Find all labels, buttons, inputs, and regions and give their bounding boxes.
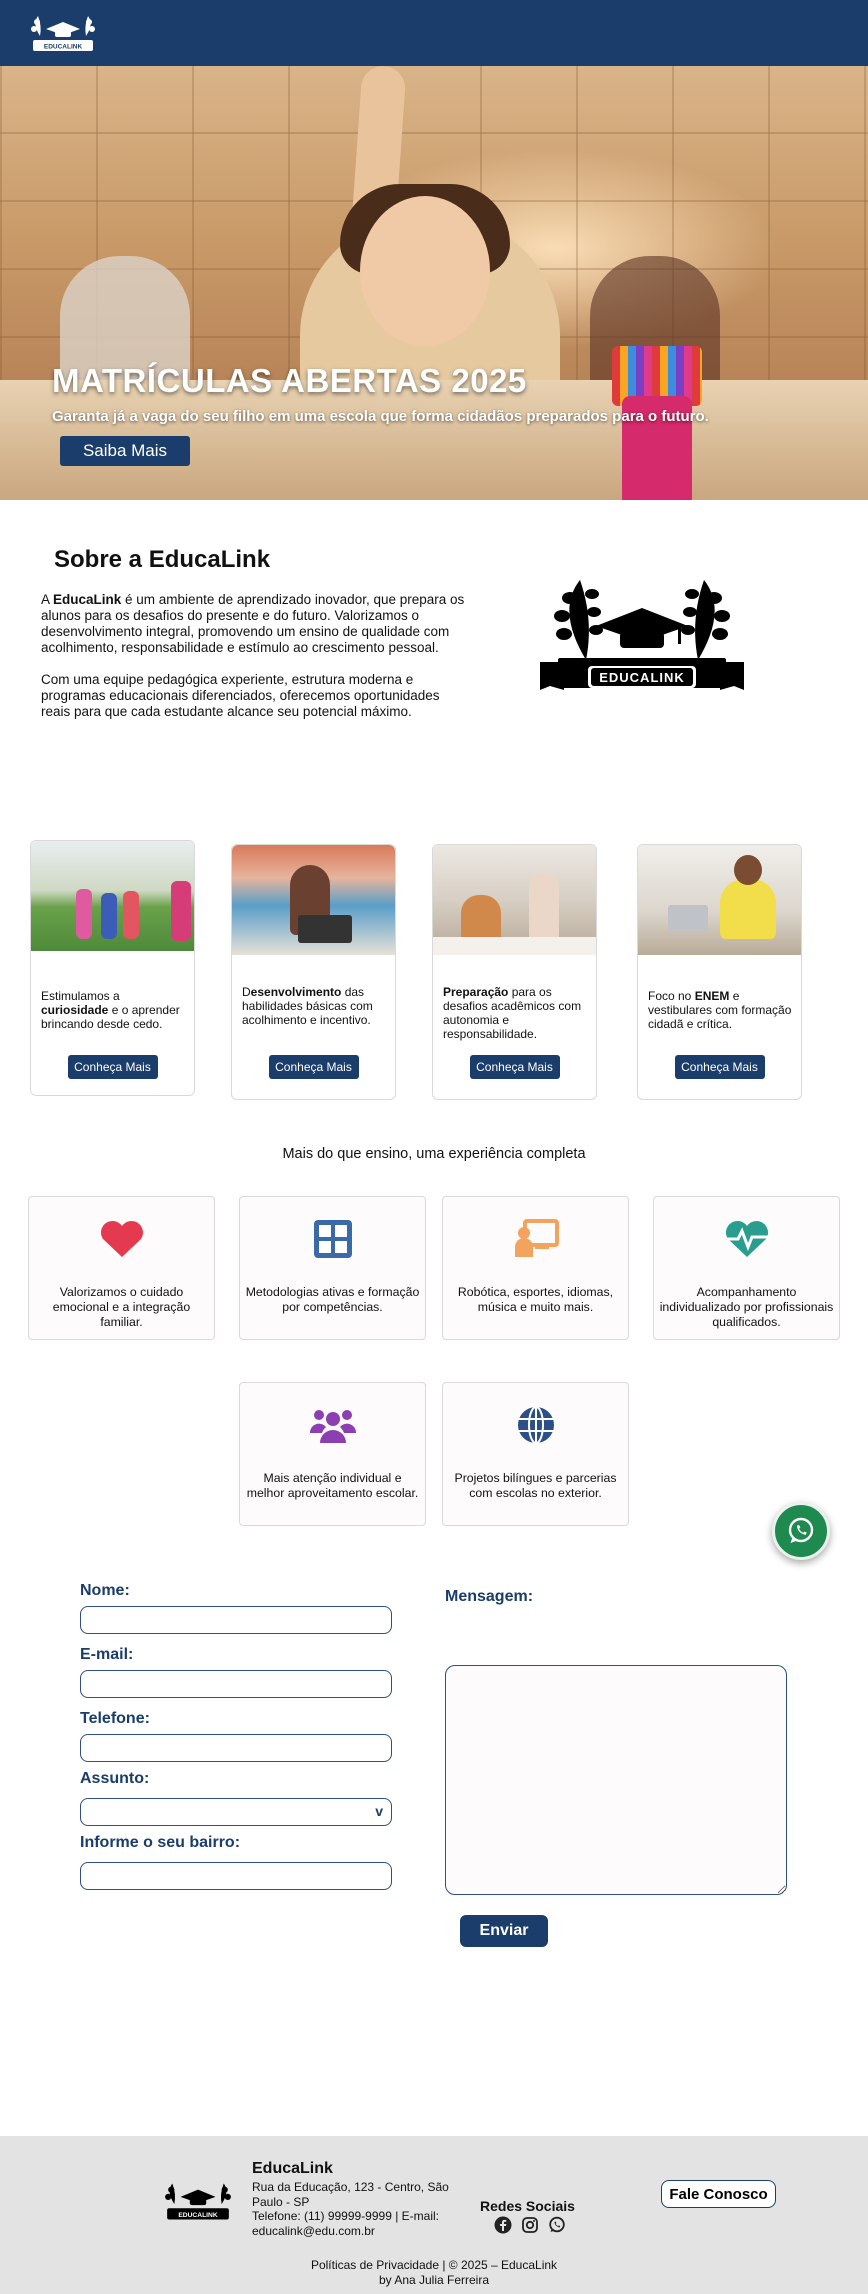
educalink-large-logo: EDUCALINK <box>540 580 744 690</box>
card-text: Desenvolvimento das habilidades básicas … <box>242 985 373 1027</box>
phone-input[interactable] <box>80 1734 392 1762</box>
level-cards: Estimulamos a curiosidade e o aprender b… <box>0 800 868 1130</box>
globe-icon <box>517 1406 554 1444</box>
about-paragraph-1: A EducaLink é um ambiente de aprendizado… <box>41 592 471 656</box>
name-input[interactable] <box>80 1606 392 1634</box>
footer-info: Rua da Educação, 123 - Centro, São Paulo… <box>252 2180 457 2238</box>
grid-icon <box>313 1220 352 1258</box>
card-text: Foco no ENEM e vestibulares com formação… <box>648 989 792 1031</box>
about-p1-brand: EducaLink <box>53 592 122 607</box>
email-label: E-mail: <box>80 1646 134 1663</box>
chevron-down-icon: v <box>375 1803 383 1819</box>
message-label: Mensagem: <box>445 1588 534 1605</box>
footer-logo: EDUCALINK <box>165 2183 231 2220</box>
heart-icon <box>100 1220 143 1257</box>
feature-card: Robótica, esportes, idiomas, música e mu… <box>442 1196 629 1340</box>
copyright-text[interactable]: Políticas de Privacidade | © 2025 – Educ… <box>0 2258 868 2273</box>
facebook-icon[interactable] <box>494 2216 512 2234</box>
feature-text: Projetos bilíngues e parcerias com escol… <box>454 1471 617 1500</box>
card-text: Preparação para os desafios acadêmicos c… <box>443 985 582 1041</box>
footer-brand-name: EducaLink <box>252 2160 333 2177</box>
feature-text: Mais atenção individual e melhor aprovei… <box>246 1471 419 1500</box>
hero-girl-face <box>360 196 490 346</box>
feature-card: Metodologias ativas e formação por compe… <box>239 1196 426 1340</box>
conheca-mais-button[interactable]: Conheça Mais <box>674 1055 765 1079</box>
users-icon <box>309 1410 356 1443</box>
about-section: Sobre a EducaLink A EducaLink é um ambie… <box>0 500 868 800</box>
heart-pulse-icon <box>725 1220 768 1257</box>
feature-card: Acompanhamento individualizado por profi… <box>653 1196 840 1340</box>
hero-banner: MATRÍCULAS ABERTAS 2025 Garanta já a vag… <box>0 66 868 500</box>
footer-logo-text: EDUCALINK <box>178 2212 217 2219</box>
neighborhood-input[interactable] <box>80 1862 392 1890</box>
conheca-mais-button[interactable]: Conheça Mais <box>469 1055 560 1079</box>
features-grid: Valorizamos o cuidado emocional e a inte… <box>0 1192 868 1562</box>
card-image-student-laptop <box>638 845 801 955</box>
email-input[interactable] <box>80 1670 392 1698</box>
tagline: Mais do que ensino, uma experiência comp… <box>282 1146 586 1162</box>
hero-subtitle: Garanta já a vaga do seu filho em uma es… <box>52 408 709 425</box>
about-p1-pre: A <box>41 592 54 607</box>
feature-text: Valorizamos o cuidado emocional e a inte… <box>52 1285 191 1329</box>
about-title: Sobre a EducaLink <box>54 546 271 573</box>
name-label: Nome: <box>80 1582 130 1599</box>
feature-text: Robótica, esportes, idiomas, música e mu… <box>457 1285 614 1314</box>
card-ensino-medio: Foco no ENEM e vestibulares com formação… <box>637 844 802 1100</box>
fale-conosco-button[interactable]: Fale Conosco <box>661 2180 776 2208</box>
card-image-kids-playing <box>31 841 194 951</box>
instagram-icon[interactable] <box>521 2216 539 2234</box>
card-fundamental-2: Preparação para os desafios acadêmicos c… <box>432 844 597 1100</box>
about-paragraph-2: Com uma equipe pedagógica experiente, es… <box>41 672 440 719</box>
top-navbar: EDUCALINK <box>0 0 868 66</box>
feature-text: Acompanhamento individualizado por profi… <box>659 1285 834 1329</box>
neighborhood-label: Informe o seu bairro: <box>80 1834 241 1851</box>
feature-card: Projetos bilíngues e parcerias com escol… <box>442 1382 629 1526</box>
feature-card: Valorizamos o cuidado emocional e a inte… <box>28 1196 215 1340</box>
hero-title: MATRÍCULAS ABERTAS 2025 <box>52 362 527 399</box>
card-fundamental-1: Desenvolvimento das habilidades básicas … <box>231 844 396 1100</box>
logo-text: EDUCALINK <box>44 44 83 51</box>
feature-text: Metodologias ativas e formação por compe… <box>245 1285 420 1314</box>
footer-address: Rua da Educação, 123 - Centro, São Paulo… <box>252 2180 449 2209</box>
subject-select[interactable]: v <box>80 1798 392 1826</box>
message-textarea[interactable] <box>445 1665 787 1895</box>
footer-copyright: Políticas de Privacidade | © 2025 – Educ… <box>0 2258 868 2287</box>
footer: EDUCALINK EducaLink Rua da Educação, 123… <box>0 2136 868 2294</box>
social-title: Redes Sociais <box>480 2198 575 2214</box>
author-credit: by Ana Julia Ferreira <box>378 2272 490 2287</box>
educalink-logo[interactable]: EDUCALINK <box>28 10 98 56</box>
saiba-mais-button[interactable]: Saiba Mais <box>60 436 190 466</box>
social-links <box>494 2216 566 2234</box>
teacher-board-icon <box>514 1219 559 1257</box>
card-infantil: Estimulamos a curiosidade e o aprender b… <box>30 840 195 1096</box>
whatsapp-icon <box>788 1517 814 1543</box>
contact-form: Nome: E-mail: Telefone: Assunto: v Infor… <box>0 1562 868 2032</box>
phone-label: Telefone: <box>80 1710 150 1727</box>
hero-text: MATRÍCULAS ABERTAS 2025 Garanta já a vag… <box>52 362 709 425</box>
large-logo-text: EDUCALINK <box>599 670 685 685</box>
conheca-mais-button[interactable]: Conheça Mais <box>67 1055 158 1079</box>
footer-contact: Telefone: (11) 99999-9999 | E-mail: educ… <box>252 2209 440 2238</box>
card-text: Estimulamos a curiosidade e o aprender b… <box>41 989 180 1031</box>
whatsapp-icon[interactable] <box>548 2216 566 2234</box>
card-image-girl-laptop <box>232 845 395 955</box>
card-image-students-class <box>433 845 596 955</box>
whatsapp-float-button[interactable] <box>772 1502 830 1560</box>
feature-card: Mais atenção individual e melhor aprovei… <box>239 1382 426 1526</box>
conheca-mais-button[interactable]: Conheça Mais <box>268 1055 359 1079</box>
subject-label: Assunto: <box>80 1770 150 1787</box>
send-button[interactable]: Enviar <box>460 1915 548 1947</box>
